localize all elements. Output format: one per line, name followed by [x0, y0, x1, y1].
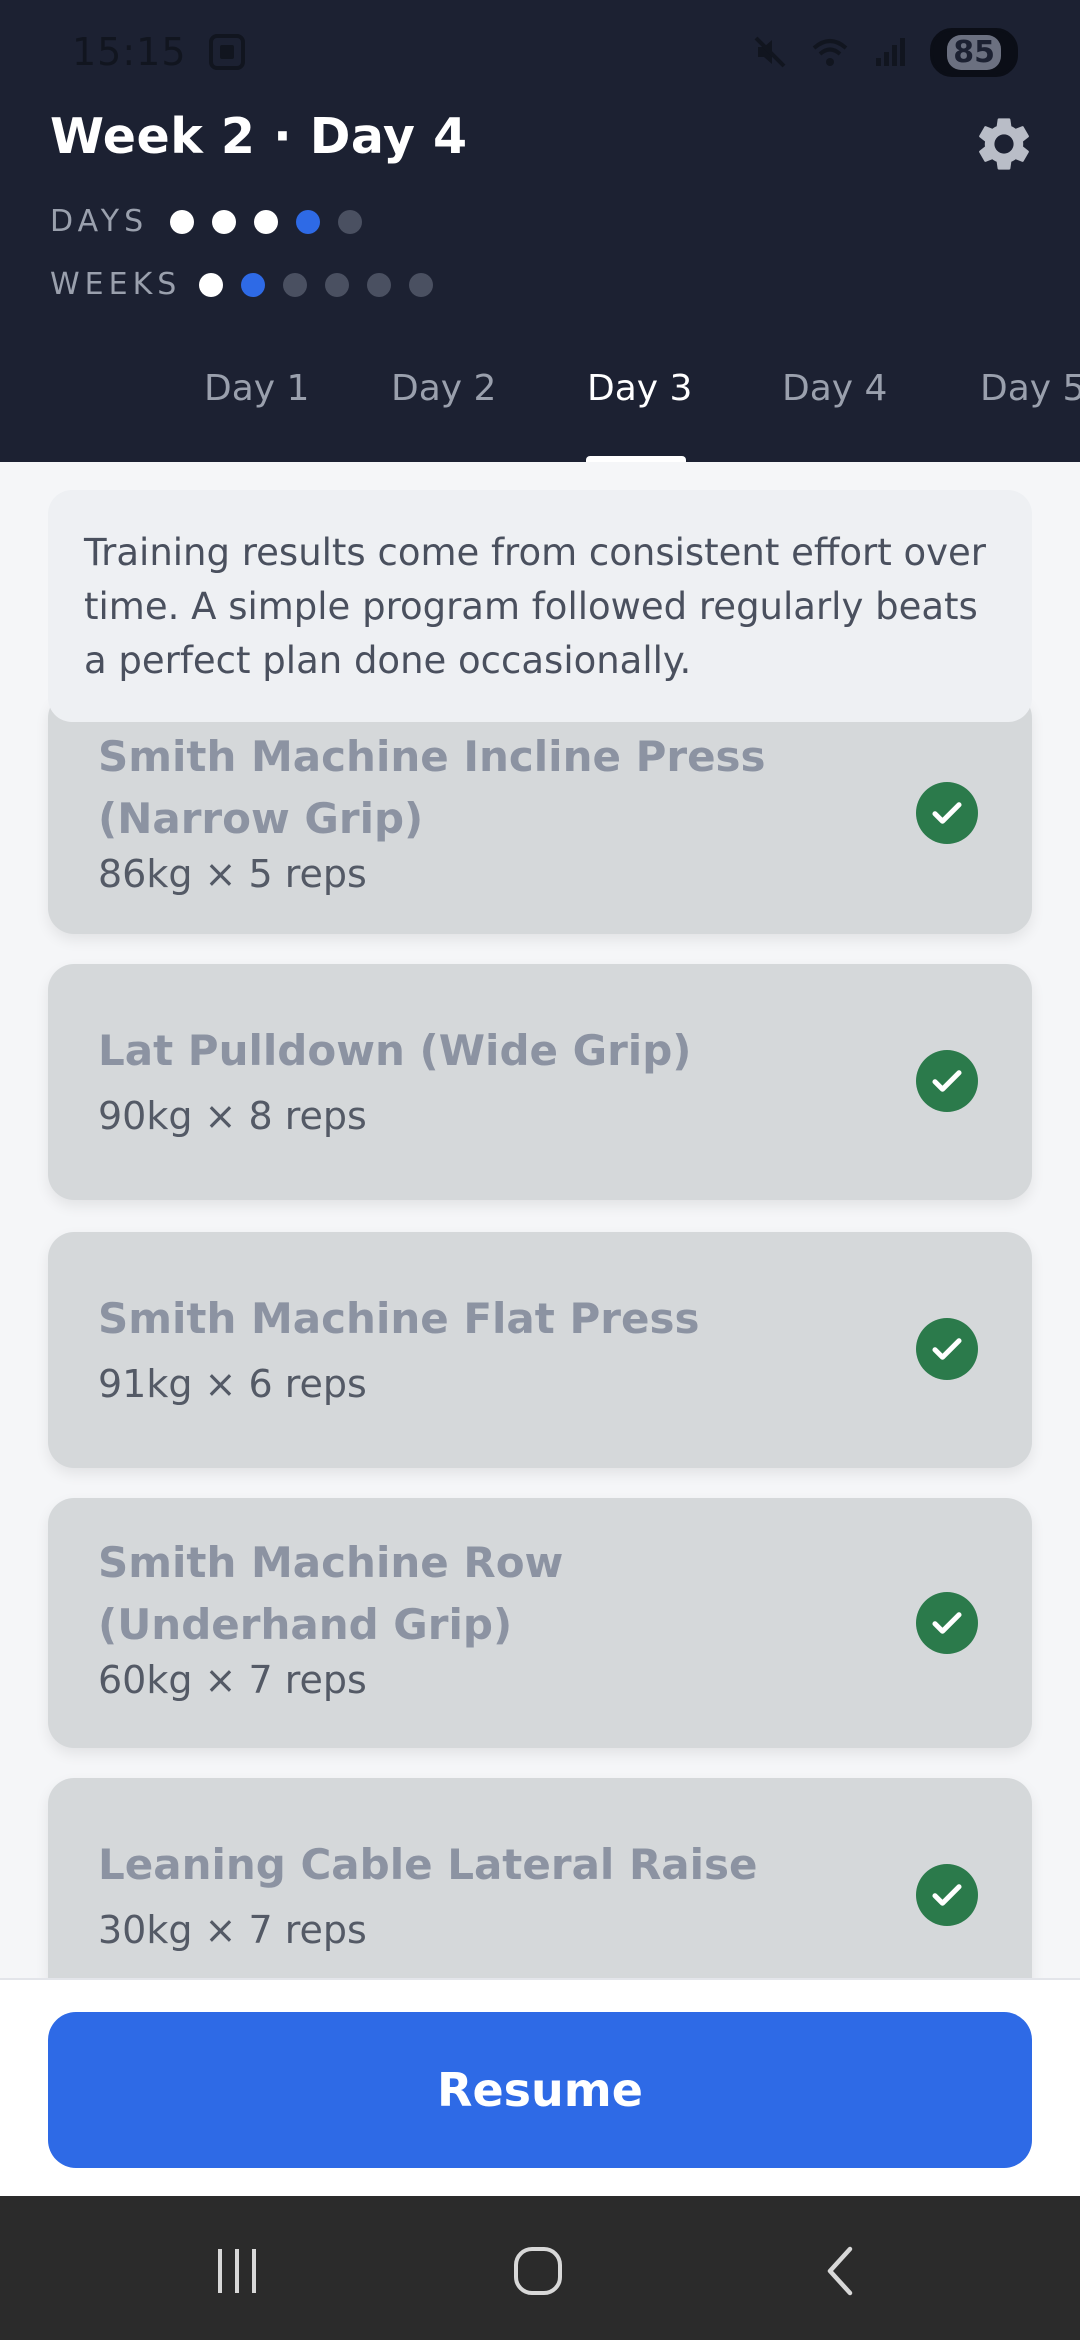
- wifi-icon: [812, 39, 848, 66]
- exercise-card[interactable]: Smith Machine Incline Press (Narrow Grip…: [48, 692, 1032, 934]
- week-dot-1: [199, 272, 224, 297]
- check-icon: [916, 782, 978, 844]
- exercise-detail: 91kg × 6 reps: [98, 1362, 367, 1406]
- exercise-detail: 86kg × 5 reps: [98, 852, 367, 896]
- weeks-progress: WEEKS: [50, 267, 434, 302]
- exercise-detail: 60kg × 7 reps: [98, 1658, 367, 1702]
- exercise-card[interactable]: Smith Machine Flat Press 91kg × 6 reps: [48, 1232, 1032, 1468]
- exercise-name: Smith Machine Incline Press (Narrow Grip…: [98, 732, 766, 843]
- gear-icon: [979, 118, 1029, 170]
- check-icon: [916, 1050, 978, 1112]
- exercise-card[interactable]: Leaning Cable Lateral Raise 30kg × 7 rep…: [48, 1778, 1032, 1978]
- day-dot-1: [170, 209, 195, 234]
- home-button[interactable]: [503, 2236, 573, 2306]
- day-tabs: Day 1 Day 2 Day 3 Day 4 Day 5: [0, 350, 1080, 462]
- signal-icon: [876, 38, 906, 66]
- exercise-name: Lat Pulldown (Wide Grip): [98, 1026, 692, 1075]
- week-dot-3: [283, 272, 308, 297]
- status-icons: 85: [750, 27, 1018, 77]
- weeks-label: WEEKS: [50, 267, 182, 302]
- day-dot-3: [254, 209, 279, 234]
- settings-button[interactable]: [970, 110, 1038, 178]
- exercise-detail: 90kg × 8 reps: [98, 1094, 367, 1138]
- exercise-detail: 30kg × 7 reps: [98, 1908, 367, 1952]
- tab-day-2[interactable]: Day 2: [391, 368, 496, 409]
- back-button[interactable]: [806, 2236, 876, 2306]
- week-dot-5: [367, 272, 392, 297]
- exercise-list[interactable]: Training results come from consistent ef…: [0, 462, 1080, 1978]
- back-icon: [827, 2246, 853, 2296]
- battery-indicator: 85: [930, 27, 1018, 77]
- mute-icon: [754, 36, 786, 68]
- battery-level: 85: [947, 34, 1001, 70]
- exercise-name: Smith Machine Row (Underhand Grip): [98, 1538, 564, 1649]
- tab-day-3[interactable]: Day 3: [587, 368, 692, 409]
- tab-day-4[interactable]: Day 4: [782, 368, 887, 409]
- screenshot-icon: [208, 34, 245, 70]
- weeks-dots: [199, 272, 434, 297]
- status-bar: 15:15 85: [0, 0, 1080, 104]
- day-dot-2: [212, 209, 237, 234]
- check-icon: [916, 1864, 978, 1926]
- day-dot-5: [338, 209, 363, 234]
- tab-day-1[interactable]: Day 1: [204, 368, 309, 409]
- tip-card: Training results come from consistent ef…: [48, 490, 1032, 722]
- days-label: DAYS: [50, 204, 149, 239]
- days-progress: DAYS: [50, 204, 363, 239]
- tab-day-5[interactable]: Day 5: [980, 368, 1080, 409]
- bottom-action-bar: Resume: [0, 1978, 1080, 2196]
- recent-apps-icon: [218, 2249, 256, 2293]
- exercise-name: Smith Machine Flat Press: [98, 1294, 700, 1343]
- status-time: 15:15: [72, 30, 187, 74]
- tip-text: Training results come from consistent ef…: [84, 531, 987, 682]
- exercise-name: Leaning Cable Lateral Raise: [98, 1840, 758, 1889]
- home-icon: [514, 2247, 562, 2295]
- week-dot-4: [325, 272, 350, 297]
- week-dot-2: [241, 272, 266, 297]
- page-title: Week 2 · Day 4: [50, 108, 468, 165]
- system-nav-bar: [0, 2196, 1080, 2340]
- resume-button[interactable]: Resume: [48, 2012, 1032, 2168]
- exercise-card[interactable]: Lat Pulldown (Wide Grip) 90kg × 8 reps: [48, 964, 1032, 1200]
- check-icon: [916, 1592, 978, 1654]
- day-dot-4: [296, 209, 321, 234]
- app-header: 15:15 85 Week 2 · Day 4 DAYS WEEKS Day 1…: [0, 0, 1080, 464]
- week-dot-6: [409, 272, 434, 297]
- check-icon: [916, 1318, 978, 1380]
- days-dots: [170, 209, 363, 234]
- exercise-card[interactable]: Smith Machine Row (Underhand Grip) 60kg …: [48, 1498, 1032, 1748]
- recent-apps-button[interactable]: [202, 2236, 272, 2306]
